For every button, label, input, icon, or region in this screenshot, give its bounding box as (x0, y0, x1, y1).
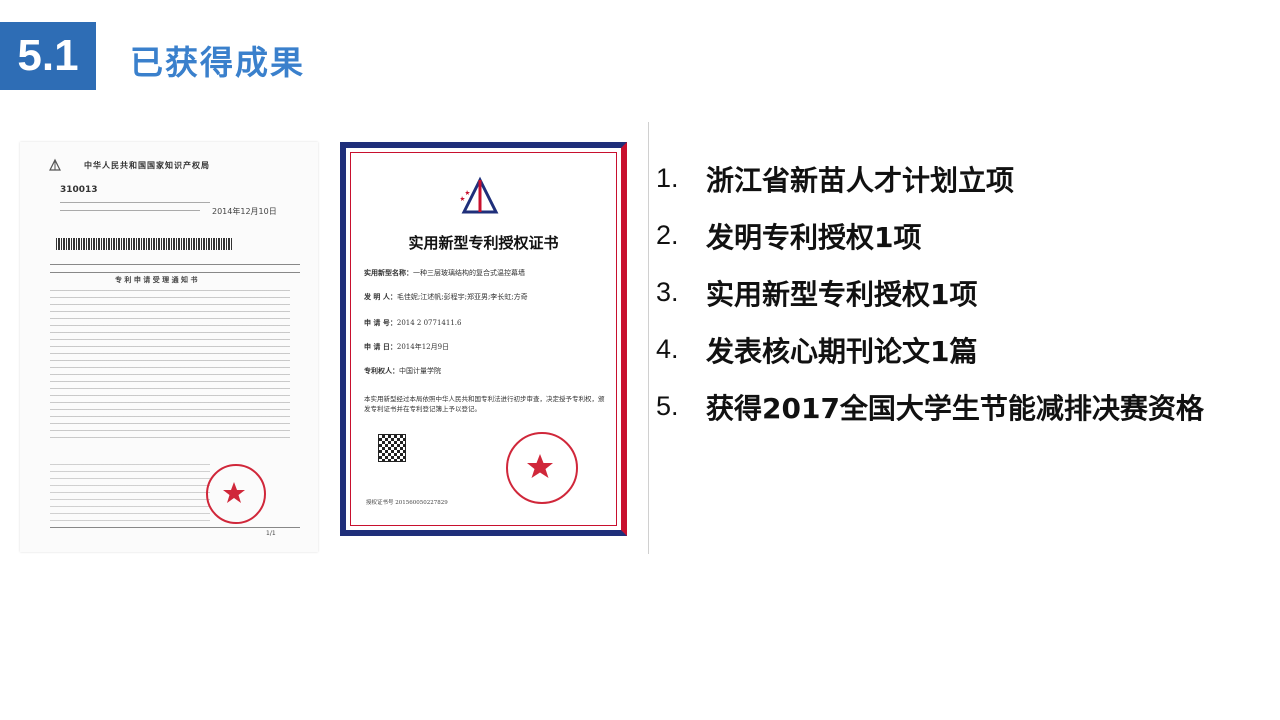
achievements-list: 1. 浙江省新苗人才计划立项 2. 发明专利授权1项 3. 实用新型专利授权1项 4.… (656, 150, 1204, 435)
field-value: 2014 2 0771411.6 (396, 319, 462, 327)
barcode (56, 238, 232, 250)
field-label: 专利权人： (364, 366, 399, 375)
certificate-fields: 实用新型名称：一种三层玻璃结构的复合式温控幕墙 发 明 人：毛佳妮;江述帆;彭程… (364, 268, 614, 390)
list-item-number: 5. (656, 391, 679, 421)
certificate-field-row: 申 请 日：2014年12月9日 (364, 342, 614, 366)
notice-page-number: 1/1 (266, 530, 276, 537)
notice-footer-text (50, 464, 210, 524)
certificate-title: 实用新型专利授权证书 (408, 234, 559, 252)
notice-body-text (50, 290, 290, 440)
list-item-text: 发表核心期刊论文1篇 (706, 334, 978, 368)
list-item: 1. 浙江省新苗人才计划立项 (656, 150, 1204, 207)
list-item-text: 实用新型专利授权1项 (706, 277, 978, 311)
notice-document-title: 专 利 申 请 受 理 通 知 书 (115, 276, 198, 284)
address-line (60, 210, 200, 211)
star-icon (223, 482, 245, 503)
cnipa-logo-icon (49, 158, 61, 171)
official-seal (506, 432, 578, 504)
list-item-text: 获得2017全国大学生节能减排决赛资格 (706, 391, 1204, 425)
notice-office-title: 中华人民共和国国家知识产权局 (84, 161, 210, 170)
certificate-field-row: 专利权人：中国计量学院 (364, 366, 614, 390)
list-item-number: 1. (656, 163, 679, 193)
list-item: 3. 实用新型专利授权1项 (656, 264, 1204, 321)
certificate-field-row: 发 明 人：毛佳妮;江述帆;彭程宇;郑亚男;李长虹;方奇 (364, 292, 614, 318)
cnipa-emblem-icon (460, 176, 499, 214)
field-label: 申 请 号： (364, 318, 397, 327)
notice-date: 2014年12月10日 (212, 207, 277, 216)
notice-postcode: 310013 (60, 185, 98, 195)
list-item: 4. 发表核心期刊论文1篇 (656, 321, 1204, 378)
list-item: 2. 发明专利授权1项 (656, 207, 1204, 264)
list-item-number: 4. (656, 334, 679, 364)
form-line (50, 272, 300, 273)
field-value: 一种三层玻璃结构的复合式温控幕墙 (413, 269, 525, 277)
list-item-number: 2. (656, 220, 679, 250)
list-item-number: 3. (656, 277, 679, 307)
list-item: 5. 获得2017全国大学生节能减排决赛资格 (656, 378, 1204, 435)
certificate-number: 授权证书号 201560050227829 (366, 500, 448, 506)
field-label: 发 明 人： (364, 292, 397, 301)
section-number-badge: 5.1 (0, 22, 96, 90)
field-label: 申 请 日： (364, 342, 397, 351)
form-line (50, 527, 300, 528)
form-line (50, 264, 300, 265)
list-item-text: 发明专利授权1项 (706, 220, 922, 254)
vertical-divider (648, 122, 649, 554)
field-value: 毛佳妮;江述帆;彭程宇;郑亚男;李长虹;方奇 (396, 293, 528, 301)
field-value: 中国计量学院 (399, 367, 441, 375)
star-icon (527, 454, 553, 478)
field-label: 实用新型名称： (364, 268, 413, 277)
utility-patent-certificate-image: 实用新型专利授权证书 实用新型名称：一种三层玻璃结构的复合式温控幕墙 发 明 人… (340, 142, 627, 536)
section-title: 已获得成果 (130, 43, 305, 82)
patent-application-notice-image: 中华人民共和国国家知识产权局 310013 2014年12月10日 专 利 申 … (20, 142, 318, 552)
list-item-text: 浙江省新苗人才计划立项 (706, 163, 1015, 197)
certificate-statement: 本实用新型经过本局依照中华人民共和国专利法进行初步审查，决定授予专利权，颁发专利… (364, 395, 605, 413)
certificate-field-row: 申 请 号：2014 2 0771411.6 (364, 318, 614, 342)
official-seal (206, 464, 266, 524)
certificate-field-row: 实用新型名称：一种三层玻璃结构的复合式温控幕墙 (364, 268, 614, 292)
field-value: 2014年12月9日 (396, 343, 450, 351)
address-line (60, 202, 210, 203)
qr-code (378, 434, 406, 462)
